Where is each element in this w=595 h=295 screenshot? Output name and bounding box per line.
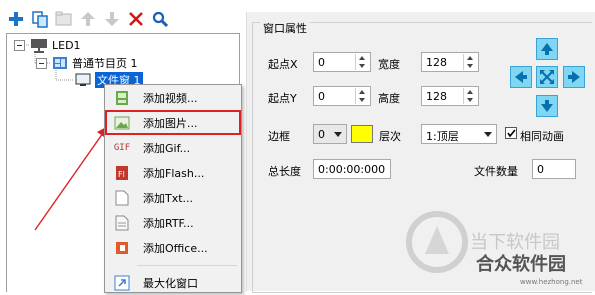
start-y-label: 起点Y: [268, 92, 297, 105]
arrow-right-icon: [568, 71, 580, 83]
start-x-value: 0: [318, 56, 325, 69]
office-icon: [114, 240, 130, 256]
menu-item-add-txt[interactable]: 添加Txt...: [105, 185, 241, 210]
start-y-value: 0: [318, 90, 325, 103]
border-select[interactable]: 0: [313, 124, 347, 144]
height-label: 高度: [378, 92, 400, 105]
spinner-arrows-icon[interactable]: [463, 54, 477, 70]
menu-item-label: 添加Gif...: [143, 142, 191, 155]
watermark-url: www.hezhong.net: [520, 278, 583, 286]
search-icon[interactable]: [150, 9, 170, 29]
led-screen-icon: [31, 39, 47, 53]
menu-item-add-image[interactable]: 添加图片...: [105, 110, 241, 135]
tree-label-program: 普通节目页 1: [72, 57, 138, 70]
dropdown-arrow-icon: [484, 132, 492, 137]
sync-animation-checkbox[interactable]: [505, 127, 517, 139]
border-label: 边框: [268, 130, 290, 143]
menu-item-label: 添加Flash...: [143, 167, 205, 180]
expand-all-icon: [540, 70, 554, 84]
start-y-spinner[interactable]: 0: [313, 86, 371, 106]
move-up-icon[interactable]: [78, 9, 98, 29]
tree-label-led1: LED1: [52, 38, 81, 52]
watermark-brand: 合众软件园: [476, 254, 566, 275]
border-color-swatch[interactable]: [351, 125, 373, 143]
file-count-value: 0: [537, 163, 544, 176]
copy-icon[interactable]: [30, 9, 50, 29]
maximize-icon: [114, 275, 130, 291]
layer-value: 1:顶层: [426, 130, 459, 143]
menu-item-add-rtf[interactable]: 添加RTF...: [105, 210, 241, 235]
dropdown-arrow-icon: [334, 132, 342, 137]
move-up-button[interactable]: [536, 38, 558, 60]
video-file-icon: [114, 90, 130, 106]
arrow-left-icon: [515, 71, 527, 83]
total-length-label: 总长度: [268, 165, 301, 178]
gif-icon: GIF: [113, 143, 131, 153]
menu-item-add-gif[interactable]: GIF 添加Gif...: [105, 135, 241, 160]
start-x-spinner[interactable]: 0: [313, 52, 371, 72]
toolbar: [6, 6, 170, 32]
move-down-icon[interactable]: [102, 9, 122, 29]
spinner-arrows-icon[interactable]: [355, 54, 369, 70]
tree-node-program[interactable]: 普通节目页 1: [36, 55, 138, 71]
context-menu: 添加视频... 添加图片... GIF 添加Gif... Fl 添加Flash.…: [104, 84, 242, 293]
menu-item-label: 添加Office...: [143, 242, 208, 255]
maximize-center-button[interactable]: [536, 66, 558, 88]
file-count-field: 0: [532, 159, 576, 179]
height-value: 128: [426, 90, 447, 103]
layer-select[interactable]: 1:顶层: [421, 124, 497, 144]
folder-icon[interactable]: [54, 9, 74, 29]
collapse-icon[interactable]: [14, 39, 25, 51]
sync-animation-label: 相同动画: [520, 130, 564, 143]
width-spinner[interactable]: 128: [421, 52, 479, 72]
menu-separator: [137, 265, 237, 266]
move-right-button[interactable]: [563, 66, 585, 88]
file-count-label: 文件数量: [474, 165, 518, 178]
group-title: 窗口属性: [260, 20, 310, 36]
border-value: 0: [318, 128, 325, 141]
rtf-file-icon: [114, 215, 130, 231]
menu-item-add-video[interactable]: 添加视频...: [105, 85, 241, 110]
menu-item-label: 添加图片...: [143, 117, 198, 130]
width-label: 宽度: [378, 58, 400, 71]
add-icon[interactable]: [6, 9, 26, 29]
height-spinner[interactable]: 128: [421, 86, 479, 106]
svg-text:Fl: Fl: [118, 170, 125, 179]
menu-item-label: 添加Txt...: [143, 192, 194, 205]
tree-node-led1[interactable]: LED1: [14, 37, 81, 53]
program-page-icon: [53, 57, 67, 69]
menu-item-maximize-window[interactable]: 最大化窗口: [105, 270, 241, 295]
menu-item-add-flash[interactable]: Fl 添加Flash...: [105, 160, 241, 185]
collapse-icon[interactable]: [36, 57, 47, 69]
width-value: 128: [426, 56, 447, 69]
layer-label: 层次: [379, 130, 401, 143]
spinner-arrows-icon[interactable]: [463, 88, 477, 104]
start-x-label: 起点X: [268, 58, 298, 71]
total-length-value: 0:00:00:000: [318, 163, 386, 176]
menu-item-label: 最大化窗口: [143, 277, 198, 290]
watermark-logo-icon: [406, 211, 468, 273]
move-down-button[interactable]: [536, 95, 558, 117]
flash-icon: Fl: [114, 165, 130, 181]
spinner-arrows-icon[interactable]: [355, 88, 369, 104]
menu-item-add-office[interactable]: 添加Office...: [105, 235, 241, 260]
arrow-down-icon: [541, 100, 553, 112]
txt-file-icon: [114, 190, 130, 206]
arrow-up-icon: [541, 43, 553, 55]
delete-icon[interactable]: [126, 9, 146, 29]
file-window-icon: [75, 73, 91, 86]
menu-item-label: 添加视频...: [143, 92, 198, 105]
total-length-field: 0:00:00:000: [313, 159, 391, 179]
image-icon: [114, 115, 130, 131]
move-left-button[interactable]: [510, 66, 532, 88]
menu-item-label: 添加RTF...: [143, 217, 194, 230]
